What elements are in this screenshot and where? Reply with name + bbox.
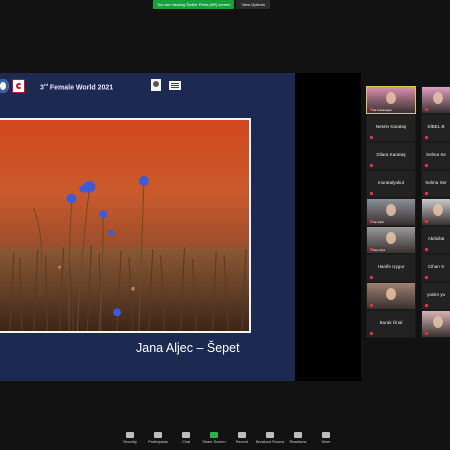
partner-logo-icon — [151, 79, 161, 91]
sharing-indicator: You are viewing Šedler Petra (#R) screen — [153, 0, 235, 9]
chat-button[interactable]: Chat — [172, 426, 200, 450]
participant-tile[interactable] — [421, 310, 450, 338]
participant-tile[interactable]: Selma Se — [421, 142, 450, 170]
participant-tile[interactable] — [421, 86, 450, 114]
security-button[interactable]: Security — [116, 426, 144, 450]
share-screen-button[interactable]: Share Screen — [200, 426, 228, 450]
muted-mic-icon — [425, 136, 428, 139]
participant-name: Nesrin Karataş — [375, 124, 407, 129]
muted-mic-icon — [370, 248, 373, 251]
participant-name: Hanife Uygur — [377, 264, 405, 269]
muted-mic-icon — [370, 276, 373, 279]
participant-video — [386, 232, 397, 244]
more-button[interactable]: More — [312, 426, 340, 450]
participant-tile[interactable]: Dilara Karataş — [366, 142, 416, 170]
shield-icon — [126, 432, 134, 438]
shared-screen: 3rd Female World 2021 Jana Aljec – Šepet — [0, 73, 295, 381]
participant-tile[interactable]: Cihan S — [421, 254, 450, 282]
photo-caption: Jana Aljec – Šepet — [136, 341, 240, 355]
university-logo-icon — [0, 79, 9, 93]
breakout-rooms-button[interactable]: Breakout Rooms — [256, 426, 284, 450]
record-icon — [238, 432, 246, 438]
people-icon — [154, 432, 162, 438]
muted-mic-icon — [370, 220, 373, 223]
participant-video — [433, 204, 444, 216]
participant-tile[interactable] — [421, 198, 450, 226]
muted-mic-icon — [370, 304, 373, 307]
participant-tile[interactable]: Burak Ünal — [366, 310, 416, 338]
participant-name: Burak Ünal — [379, 320, 403, 325]
toolbar-label: Reactions — [289, 440, 307, 444]
toolbar-label: Chat — [181, 440, 191, 444]
sponsor-logo-icon — [169, 81, 181, 90]
muted-mic-icon — [425, 108, 428, 111]
record-button[interactable]: Record — [228, 426, 256, 450]
participant-name: Selma Se — [426, 152, 446, 157]
participant-video — [386, 92, 397, 104]
participant-name: Cihan S — [427, 264, 445, 269]
participant-name: Dilara Karataş — [376, 152, 406, 157]
cornflower-field-image — [0, 175, 249, 331]
participant-tile[interactable]: Lidia Casanegra — [366, 86, 416, 114]
participant-name: SİBEL B — [427, 124, 445, 129]
participant-name: Selma Ser — [425, 180, 447, 185]
muted-mic-icon — [425, 304, 428, 307]
slide-photo — [0, 118, 251, 333]
participant-tile[interactable]: yasim yu — [421, 282, 450, 310]
organization-logo-icon — [12, 79, 25, 93]
reactions-button[interactable]: Reactions — [284, 426, 312, 450]
participant-video — [386, 288, 397, 300]
participant-tile[interactable]: Selma Ser — [421, 170, 450, 198]
slide-logos — [0, 79, 25, 93]
participant-tile[interactable]: Nesrin Karataş — [366, 114, 416, 142]
participant-name: Lidia Casanegra — [370, 108, 392, 112]
muted-mic-icon — [425, 192, 428, 195]
muted-mic-icon — [370, 192, 373, 195]
participant-tile[interactable]: Pınar Akar — [366, 198, 416, 226]
share-screen-icon — [210, 432, 218, 438]
participant-name: Abdullat — [427, 236, 445, 241]
participants-button[interactable]: Participants — [144, 426, 172, 450]
participant-tile[interactable]: Gökçe Ziya — [366, 226, 416, 254]
muted-mic-icon — [425, 248, 428, 251]
participant-video — [433, 316, 444, 328]
view-options-button[interactable]: View Options — [236, 0, 270, 9]
participant-name: Gökçe Ziya — [370, 248, 386, 252]
participant-tile[interactable] — [366, 282, 416, 310]
muted-mic-icon — [370, 136, 373, 139]
muted-mic-icon — [370, 164, 373, 167]
participant-video — [433, 92, 444, 104]
muted-mic-icon — [425, 332, 428, 335]
toolbar-label: Share Screen — [202, 440, 226, 444]
muted-mic-icon — [425, 220, 428, 223]
participant-tile[interactable]: Abdullat — [421, 226, 450, 254]
muted-mic-icon — [425, 164, 428, 167]
participant-tile[interactable]: Hanife Uygur — [366, 254, 416, 282]
toolbar-label: Record — [235, 440, 249, 444]
smile-icon — [294, 432, 302, 438]
muted-mic-icon — [425, 276, 428, 279]
grid-icon — [266, 432, 274, 438]
participant-name: muratalyukut — [377, 180, 405, 185]
screen-share-margin — [295, 73, 361, 381]
more-icon — [322, 432, 330, 438]
slide-title: 3rd Female World 2021 — [40, 82, 113, 91]
toolbar-label: Participants — [148, 440, 168, 444]
toolbar-label: Breakout Rooms — [256, 440, 285, 444]
muted-mic-icon — [370, 332, 373, 335]
participant-name: Pınar Akar — [370, 220, 385, 224]
screen-share-banner: You are viewing Šedler Petra (#R) screen… — [153, 0, 270, 9]
toolbar-label: More — [321, 440, 331, 444]
slide-title-text: Female World 2021 — [47, 84, 114, 92]
chat-icon — [182, 432, 190, 438]
participant-tile[interactable]: muratalyukut — [366, 170, 416, 198]
toolbar-label: Security — [123, 440, 137, 444]
meeting-toolbar: Security Participants Chat Share Screen Reco… — [0, 426, 450, 450]
participant-name: yasim yu — [426, 292, 446, 297]
participant-video — [386, 204, 397, 216]
participant-tile[interactable]: SİBEL B — [421, 114, 450, 142]
muted-mic-icon — [370, 108, 373, 111]
